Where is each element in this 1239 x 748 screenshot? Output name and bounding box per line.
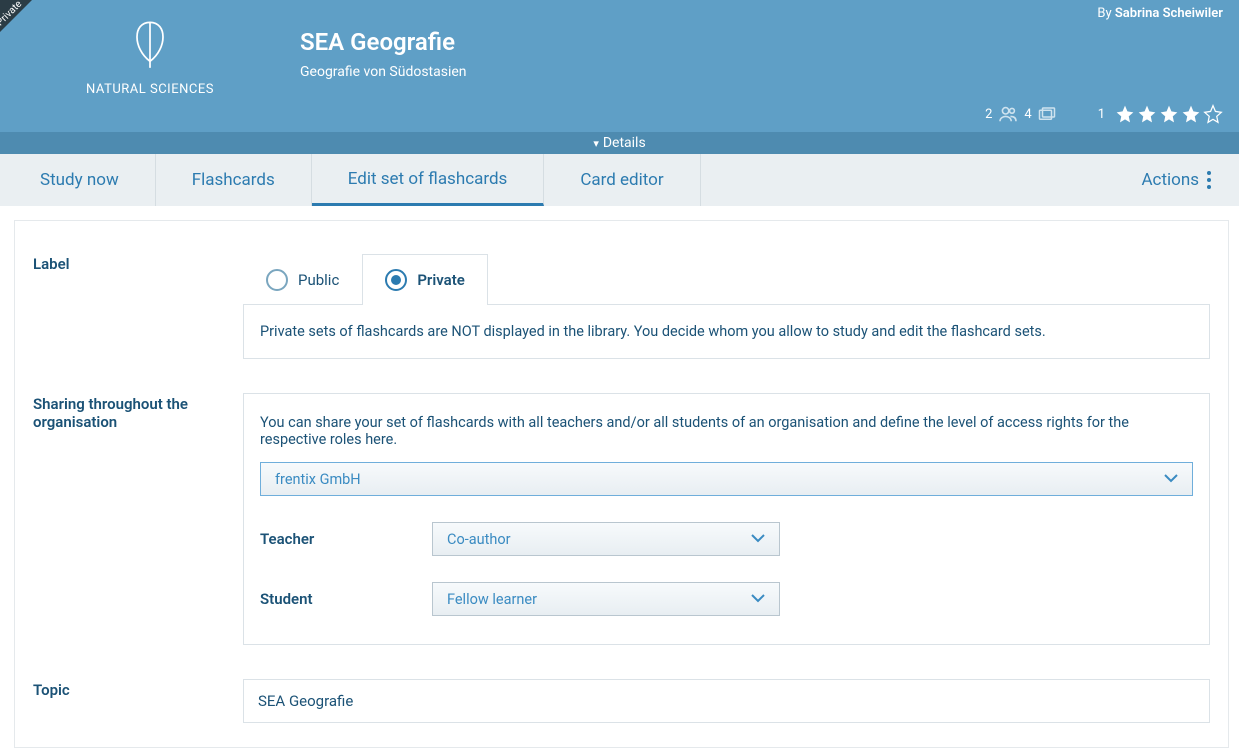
teacher-row: Teacher Co-author	[260, 522, 1193, 556]
title-block: SEA Geografie Geografie von Südostasien	[300, 0, 467, 80]
edit-panel: Label Public Private Private sets of fla…	[14, 220, 1229, 748]
actions-menu[interactable]: Actions	[1141, 154, 1239, 206]
page-title: SEA Geografie	[300, 28, 467, 56]
field-sharing: You can share your set of flashcards wit…	[243, 393, 1210, 645]
visibility-private-label: Private	[417, 271, 465, 289]
leaf-icon	[128, 55, 172, 74]
byline: By Sabrina Scheiwiler	[1097, 6, 1223, 21]
kebab-icon	[1207, 171, 1211, 189]
chevron-down-icon	[751, 591, 765, 608]
sharing-box: You can share your set of flashcards wit…	[243, 393, 1210, 645]
tab-card-editor[interactable]: Card editor	[544, 154, 700, 206]
users-icon	[998, 106, 1018, 122]
category-label: NATURAL SCIENCES	[0, 82, 300, 97]
page-header: Private NATURAL SCIENCES SEA Geografie G…	[0, 0, 1239, 132]
page-subtitle: Geografie von Südostasien	[300, 64, 467, 80]
field-visibility: Public Private Private sets of flashcard…	[243, 253, 1210, 359]
tab-edit-set[interactable]: Edit set of flashcards	[312, 154, 545, 206]
teacher-select[interactable]: Co-author	[432, 522, 780, 556]
label-label: Label	[33, 253, 243, 273]
cards-icon	[1038, 107, 1056, 121]
users-count: 2	[985, 107, 992, 122]
visibility-tabs: Public Private	[243, 253, 1210, 305]
actions-label: Actions	[1141, 170, 1199, 190]
teacher-label: Teacher	[260, 530, 432, 548]
radio-icon	[266, 269, 288, 291]
content: Label Public Private Private sets of fla…	[0, 206, 1239, 748]
tab-bar: Study now Flashcards Edit set of flashca…	[0, 154, 1239, 206]
category-block: NATURAL SCIENCES	[0, 0, 300, 97]
label-topic: Topic	[33, 679, 243, 699]
student-selected-value: Fellow learner	[447, 591, 537, 608]
header-meta: 2 4 1	[985, 104, 1223, 124]
org-select[interactable]: frentix GmbH	[260, 462, 1193, 496]
row-label: Label Public Private Private sets of fla…	[33, 253, 1210, 359]
radio-icon	[385, 269, 407, 291]
cards-count: 4	[1024, 107, 1031, 122]
chevron-down-icon	[751, 531, 765, 548]
student-select[interactable]: Fellow learner	[432, 582, 780, 616]
tab-study-now[interactable]: Study now	[4, 154, 156, 206]
visibility-info: Private sets of flashcards are NOT displ…	[243, 305, 1210, 359]
visibility-public-label: Public	[298, 271, 339, 289]
rating-count: 1	[1098, 107, 1105, 122]
row-sharing: Sharing throughout the organisation You …	[33, 393, 1210, 645]
row-topic: Topic SEA Geografie	[33, 679, 1210, 723]
rating-stars[interactable]	[1115, 104, 1223, 124]
byline-prefix: By	[1097, 6, 1111, 21]
field-topic: SEA Geografie	[243, 679, 1210, 723]
label-sharing: Sharing throughout the organisation	[33, 393, 243, 431]
sharing-description: You can share your set of flashcards wit…	[260, 414, 1193, 448]
visibility-private[interactable]: Private	[362, 254, 488, 305]
org-selected-value: frentix GmbH	[275, 471, 361, 488]
student-label: Student	[260, 590, 432, 608]
byline-author[interactable]: Sabrina Scheiwiler	[1115, 6, 1223, 21]
topic-input[interactable]: SEA Geografie	[243, 679, 1210, 723]
details-label: Details	[603, 135, 646, 151]
chevron-down-icon: ▾	[593, 137, 599, 150]
chevron-down-icon	[1164, 471, 1178, 488]
student-row: Student Fellow learner	[260, 582, 1193, 616]
tab-flashcards[interactable]: Flashcards	[156, 154, 312, 206]
visibility-public[interactable]: Public	[243, 254, 362, 305]
details-toggle[interactable]: ▾ Details	[0, 132, 1239, 154]
teacher-selected-value: Co-author	[447, 531, 511, 548]
